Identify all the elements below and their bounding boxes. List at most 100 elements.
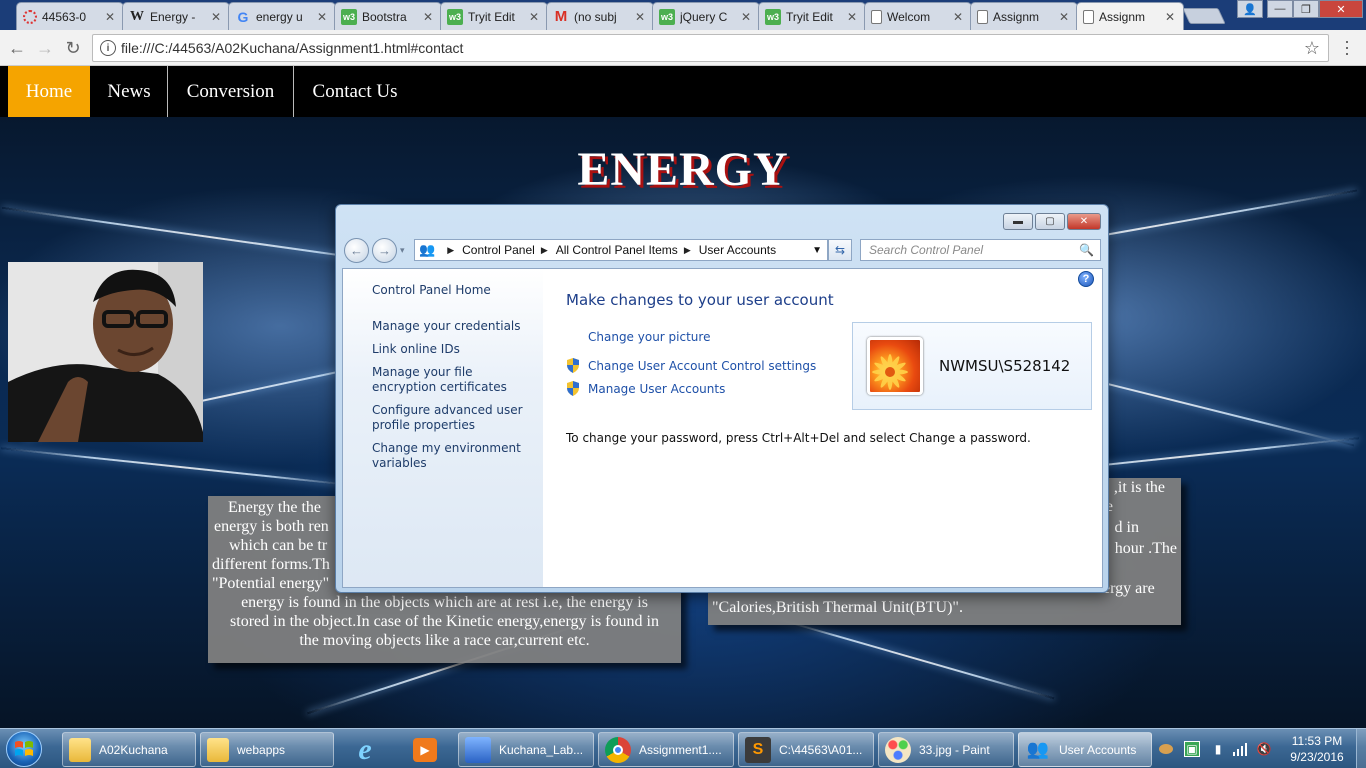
- minimize-icon[interactable]: ▬: [1003, 213, 1033, 230]
- loading-spinner-icon: [23, 9, 37, 24]
- clock[interactable]: 11:53 PM 9/23/2016: [1282, 733, 1352, 765]
- browser-toolbar: ← → ↻ i file:///C:/44563/A02Kuchana/Assi…: [0, 30, 1366, 66]
- search-icon[interactable]: 🔍: [1079, 243, 1094, 257]
- breadcrumb-user-accounts[interactable]: User Accounts: [699, 243, 776, 257]
- clock-date: 9/23/2016: [1290, 750, 1344, 764]
- taskbar-item-virtualbox[interactable]: Kuchana_Lab...: [458, 732, 594, 767]
- info-icon[interactable]: i: [100, 40, 116, 56]
- browser-tab[interactable]: G energy u ✕: [228, 2, 336, 30]
- volume-muted-icon[interactable]: 🔇: [1256, 741, 1272, 757]
- uac-settings-link[interactable]: Change User Account Control settings: [566, 358, 816, 373]
- tray-green-icon[interactable]: ▣: [1184, 741, 1200, 757]
- taskbar-item-sublime[interactable]: S C:\44563\A01...: [738, 732, 874, 767]
- sidebar-link-environment-variables[interactable]: Change my environment variables: [372, 441, 537, 471]
- site-navbar: Home News Conversion Contact Us: [0, 66, 1366, 117]
- close-icon[interactable]: ✕: [951, 10, 965, 24]
- manage-user-accounts-link[interactable]: Manage User Accounts: [566, 381, 725, 396]
- taskbar-item-paint[interactable]: 33.jpg - Paint: [878, 732, 1014, 767]
- nav-home[interactable]: Home: [8, 66, 90, 117]
- wikipedia-icon: W: [130, 8, 144, 24]
- chevron-down-icon[interactable]: ▼: [812, 245, 822, 256]
- start-button[interactable]: [6, 731, 42, 767]
- close-icon[interactable]: ✕: [1057, 10, 1071, 24]
- sidebar-link-credentials[interactable]: Manage your credentials: [372, 319, 537, 334]
- browser-tab[interactable]: Welcom ✕: [864, 2, 972, 30]
- browser-tab-strip: 44563-0 ✕ W Energy - ✕ G energy u ✕ w3 B…: [0, 0, 1366, 30]
- search-input[interactable]: Search Control Panel 🔍: [860, 239, 1101, 261]
- browser-tab[interactable]: Assignm ✕: [970, 2, 1078, 30]
- breadcrumb-all-items[interactable]: All Control Panel Items: [556, 243, 678, 257]
- restore-icon[interactable]: ❐: [1293, 0, 1319, 18]
- browser-tab[interactable]: w3 jQuery C ✕: [652, 2, 760, 30]
- browser-tab[interactable]: w3 Bootstra ✕: [334, 2, 442, 30]
- close-icon[interactable]: ✕: [633, 10, 647, 24]
- nav-conversion[interactable]: Conversion: [168, 66, 293, 117]
- close-icon[interactable]: ✕: [1163, 10, 1177, 24]
- uac-shield-icon: [567, 381, 579, 396]
- back-arrow-icon[interactable]: ←: [6, 37, 28, 59]
- close-icon[interactable]: ✕: [103, 10, 117, 24]
- browser-tab[interactable]: w3 Tryit Edit ✕: [440, 2, 548, 30]
- breadcrumb[interactable]: 👥 ▶ Control Panel ▶ All Control Panel It…: [414, 239, 828, 261]
- minimize-icon[interactable]: —: [1267, 0, 1293, 18]
- close-icon[interactable]: ✕: [315, 10, 329, 24]
- close-icon[interactable]: ✕: [527, 10, 541, 24]
- browser-tab-active[interactable]: Assignm ✕: [1076, 2, 1184, 30]
- signal-icon[interactable]: [1232, 741, 1248, 757]
- back-arrow-icon[interactable]: ←: [344, 238, 369, 263]
- browser-tab[interactable]: M (no subj ✕: [546, 2, 654, 30]
- bookmark-star-icon[interactable]: ☆: [1304, 38, 1320, 59]
- battery-icon[interactable]: ▮: [1210, 741, 1226, 757]
- forward-arrow-icon[interactable]: →: [34, 37, 56, 59]
- task-pane: Control Panel Home Manage your credentia…: [343, 269, 543, 587]
- close-icon[interactable]: ✕: [845, 10, 859, 24]
- tray-app-icon[interactable]: [1158, 741, 1174, 757]
- nav-news[interactable]: News: [92, 66, 166, 117]
- document-icon: [977, 9, 988, 24]
- change-picture-link[interactable]: Change your picture: [588, 330, 710, 344]
- sidebar-link-online-ids[interactable]: Link online IDs: [372, 342, 537, 357]
- close-window-icon[interactable]: ✕: [1319, 0, 1363, 18]
- user-profile-icon[interactable]: 👤: [1237, 0, 1263, 18]
- internet-explorer-icon[interactable]: e: [340, 732, 390, 767]
- browser-tab[interactable]: 44563-0 ✕: [16, 2, 124, 30]
- close-icon[interactable]: ✕: [1067, 213, 1101, 230]
- nav-contact-us[interactable]: Contact Us: [294, 66, 416, 117]
- reload-icon[interactable]: ↻: [62, 37, 84, 59]
- help-icon[interactable]: ?: [1078, 271, 1094, 287]
- account-picture[interactable]: [867, 337, 923, 395]
- close-icon[interactable]: ✕: [739, 10, 753, 24]
- close-icon[interactable]: ✕: [209, 10, 223, 24]
- browser-tab[interactable]: W Energy - ✕: [122, 2, 230, 30]
- show-desktop-button[interactable]: [1356, 729, 1366, 768]
- refresh-icon[interactable]: ⇆: [828, 239, 852, 261]
- taskbar-item-webapps[interactable]: webapps: [200, 732, 334, 767]
- virtualbox-icon: [465, 736, 491, 763]
- browser-tab[interactable]: w3 Tryit Edit ✕: [758, 2, 866, 30]
- close-icon[interactable]: ✕: [421, 10, 435, 24]
- w3schools-icon: w3: [659, 8, 675, 25]
- folder-icon: [69, 737, 91, 762]
- maximize-icon[interactable]: ▢: [1035, 213, 1065, 230]
- uac-shield-icon: [567, 358, 579, 373]
- taskbar-item-chrome[interactable]: Assignment1....: [598, 732, 734, 767]
- chevron-right-icon: ▶: [540, 244, 548, 255]
- clock-time: 11:53 PM: [1291, 734, 1343, 748]
- sidebar-link-encryption-certificates[interactable]: Manage your file encryption certificates: [372, 365, 537, 395]
- sidebar-link-control-panel-home[interactable]: Control Panel Home: [372, 283, 537, 298]
- recent-pages-dropdown-icon[interactable]: ▾: [400, 245, 405, 256]
- breadcrumb-control-panel[interactable]: Control Panel: [462, 243, 535, 257]
- forward-arrow-icon[interactable]: →: [372, 238, 397, 263]
- taskbar-item-a02kuchana[interactable]: A02Kuchana: [62, 732, 196, 767]
- sidebar-link-advanced-profile[interactable]: Configure advanced user profile properti…: [372, 403, 537, 433]
- address-bar[interactable]: i file:///C:/44563/A02Kuchana/Assignment…: [92, 34, 1329, 62]
- lightning-decoration: [765, 614, 1055, 700]
- account-name: NWMSU\S528142: [939, 357, 1071, 375]
- taskbar-item-user-accounts[interactable]: 👥 User Accounts: [1018, 732, 1152, 767]
- screen: 44563-0 ✕ W Energy - ✕ G energy u ✕ w3 B…: [0, 0, 1366, 768]
- menu-dots-icon[interactable]: · · ·: [1343, 32, 1351, 62]
- main-pane: ? Make changes to your user account Chan…: [543, 269, 1102, 587]
- media-player-icon[interactable]: ▶: [400, 732, 450, 767]
- url-text: file:///C:/44563/A02Kuchana/Assignment1.…: [121, 40, 464, 56]
- new-tab-button[interactable]: [1182, 8, 1226, 24]
